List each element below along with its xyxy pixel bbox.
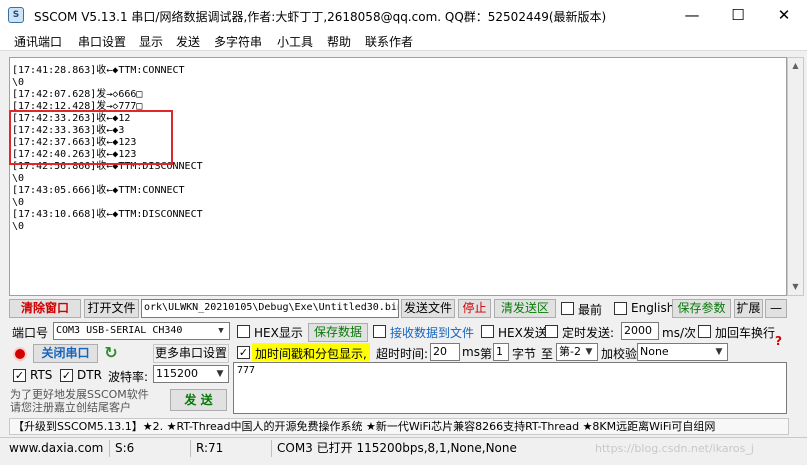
recv-to-file-label: 接收数据到文件 (390, 326, 475, 340)
chevron-down-icon: ▼ (218, 326, 224, 336)
menu-help[interactable]: 帮助 (327, 33, 351, 50)
send-file-button[interactable]: 发送文件 (401, 299, 455, 318)
rts-label: RTS (30, 368, 53, 382)
refresh-icon[interactable]: ↻ (102, 344, 120, 362)
timeout-input[interactable]: 20 (430, 343, 460, 361)
dtr-label: DTR (77, 368, 102, 382)
topmost-checkbox[interactable] (561, 302, 574, 315)
log-line: \0 (12, 197, 25, 208)
english-checkbox[interactable] (614, 302, 627, 315)
hex-display-label: HEX显示 (254, 326, 303, 340)
log-line: [17:41:28.863]收←◆TTM:CONNECT (12, 65, 185, 76)
log-line: [17:43:05.666]收←◆TTM:CONNECT (12, 185, 185, 196)
hex-display-checkbox[interactable] (237, 325, 250, 338)
byte-label: 字节 (512, 347, 537, 361)
close-button[interactable]: ✕ (761, 0, 807, 30)
to-label: 至 (541, 347, 554, 361)
save-params-button[interactable]: 保存参数 (672, 299, 731, 318)
timed-send-label: 定时发送: (562, 326, 615, 340)
nth-input[interactable]: 1 (493, 343, 509, 361)
window-title: SSCOM V5.13.1 串口/网络数据调试器,作者:大虾丁丁,2618058… (34, 10, 607, 24)
to-select[interactable]: 第-2 ▼ (556, 343, 598, 361)
rts-checkbox[interactable]: ✓ (13, 369, 26, 382)
checksum-label: 加校验 (601, 347, 638, 361)
stop-button[interactable]: 停止 (458, 299, 491, 318)
collapse-button[interactable]: — (765, 299, 787, 318)
baud-value: 115200 (156, 367, 198, 380)
english-label: English (631, 301, 675, 315)
close-port-button[interactable]: 关闭串口 (33, 344, 98, 363)
timeout-unit: ms (462, 345, 480, 359)
menu-contact-author[interactable]: 联系作者 (365, 33, 413, 50)
expand-button[interactable]: 扩展 (734, 299, 763, 318)
menu-comm-port[interactable]: 通讯端口 (14, 33, 62, 50)
add-crlf-label: 加回车换行 (715, 326, 776, 340)
add-crlf-checkbox[interactable] (698, 325, 711, 338)
chevron-down-icon: ▼ (585, 347, 593, 357)
log-scrollbar[interactable]: ▲ ▼ (787, 57, 804, 296)
promo-text: 为了更好地发展SSCOM软件 请您注册嘉立创结尾客户 (10, 388, 149, 414)
watermark: https://blog.csdn.net/ikaros_j (595, 442, 754, 455)
clear-send-button[interactable]: 清发送区 (494, 299, 556, 318)
scroll-down-icon[interactable]: ▼ (788, 279, 803, 295)
menu-serial-settings[interactable]: 串口设置 (78, 33, 126, 50)
ad-bar[interactable]: 【升级到SSCOM5.13.1】★2. ★RT-Thread中国人的开源免费操作… (9, 418, 789, 435)
timeout-label: 超时时间: (376, 347, 429, 361)
status-site[interactable]: www.daxia.com (4, 440, 108, 457)
menu-tools[interactable]: 小工具 (277, 33, 313, 50)
dtr-checkbox[interactable]: ✓ (60, 369, 73, 382)
chevron-down-icon: ▼ (715, 347, 723, 357)
file-path-field[interactable]: ork\ULWKN_20210105\Debug\Exe\Untitled30.… (141, 299, 399, 318)
save-data-button[interactable]: 保存数据 (308, 323, 368, 342)
interval-input[interactable]: 2000 (621, 322, 659, 340)
help-icon[interactable]: ? (775, 334, 782, 348)
hex-send-label: HEX发送 (498, 326, 547, 340)
recv-to-file-checkbox[interactable] (373, 325, 386, 338)
hex-send-checkbox[interactable] (481, 325, 494, 338)
receive-log[interactable]: [17:41:28.863]收←◆TTM:CONNECT \0 [17:42:0… (9, 57, 787, 296)
timestamp-label: 加时间戳和分包显示, (255, 347, 367, 361)
nth-label: 第 (480, 347, 493, 361)
log-line: \0 (12, 221, 25, 232)
log-line: \0 (12, 173, 25, 184)
baud-label: 波特率: (108, 370, 149, 384)
maximize-button[interactable]: ☐ (715, 0, 761, 30)
more-serial-settings-button[interactable]: 更多串口设置 (153, 344, 229, 363)
chevron-down-icon: ▼ (216, 369, 224, 379)
port-select[interactable]: COM3 USB-SERIAL CH340 ▼ (53, 322, 230, 340)
highlight-annotation (9, 110, 173, 165)
log-line: [17:42:07.628]发→◇666□ (12, 89, 143, 100)
checksum-value: None (640, 345, 669, 358)
status-port-state: COM3 已打开 115200bps,8,1,None,None (271, 440, 517, 457)
record-icon (13, 347, 27, 361)
checksum-select[interactable]: None ▼ (637, 343, 728, 361)
minimize-button[interactable]: — (669, 0, 715, 30)
timestamp-checkbox[interactable]: ✓ (237, 346, 250, 359)
send-textarea[interactable]: 777 (233, 362, 787, 414)
baud-select[interactable]: 115200 ▼ (153, 365, 229, 383)
status-sent: S:6 (109, 440, 189, 457)
menu-multi-string[interactable]: 多字符串 (214, 33, 262, 50)
log-line: \0 (12, 77, 25, 88)
log-line: [17:43:10.668]收←◆TTM:DISCONNECT (12, 209, 203, 220)
menu-display[interactable]: 显示 (139, 33, 163, 50)
send-button[interactable]: 发 送 (170, 389, 227, 411)
clear-window-button[interactable]: 清除窗口 (9, 299, 81, 318)
timed-send-checkbox[interactable] (545, 325, 558, 338)
menu-send[interactable]: 发送 (176, 33, 200, 50)
open-file-button[interactable]: 打开文件 (84, 299, 139, 318)
scroll-up-icon[interactable]: ▲ (788, 58, 803, 74)
port-value: COM3 USB-SERIAL CH340 (56, 325, 183, 336)
port-label: 端口号 (12, 326, 49, 340)
topmost-label: 最前 (578, 303, 603, 317)
to-value: 第-2 (559, 345, 581, 358)
status-received: R:71 (190, 440, 270, 457)
app-icon: S (8, 7, 24, 23)
interval-unit: ms/次 (662, 326, 696, 340)
